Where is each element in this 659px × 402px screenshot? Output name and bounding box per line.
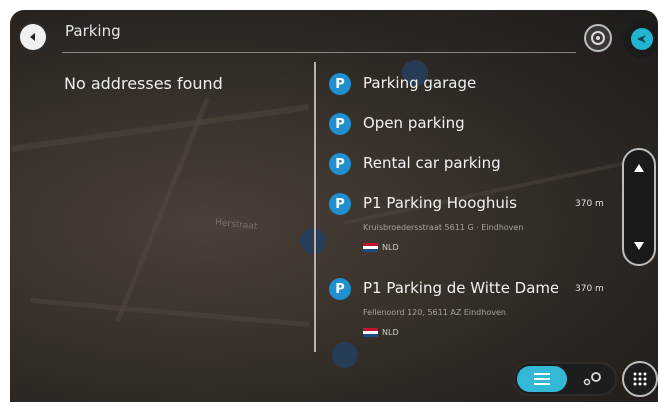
navigation-screen: Herstraat Parking No addresses found P P… [10, 10, 658, 402]
back-button[interactable] [20, 24, 46, 50]
poi-distance: 370 m [575, 284, 604, 294]
search-underline [62, 52, 576, 53]
netherlands-flag-icon [363, 243, 378, 252]
list-map-view-toggle [513, 362, 617, 396]
open-parking-icon: P [329, 113, 351, 135]
rental-car-parking-icon: P [329, 153, 351, 175]
triangle-down-icon [634, 242, 644, 250]
poi-distance: 370 m [575, 199, 604, 209]
search-bar: Parking [10, 10, 658, 62]
list-view-button[interactable] [517, 366, 567, 392]
map-road [11, 104, 309, 152]
category-item-rental-car-parking[interactable]: P Rental car parking [325, 150, 615, 178]
poi-title: P1 Parking de Witte Dame [363, 279, 558, 297]
no-addresses-message: No addresses found [64, 74, 223, 93]
keypad-icon [633, 372, 647, 386]
map-street-label: Herstraat [214, 217, 258, 233]
netherlands-flag-icon [363, 328, 378, 337]
map-pin[interactable] [300, 228, 326, 254]
current-location-button[interactable] [623, 20, 658, 58]
navigation-arrow-icon [631, 28, 653, 50]
poi-country: NLD [382, 243, 399, 252]
category-label: Rental car parking [363, 154, 501, 172]
map-pins-icon [583, 372, 601, 386]
panel-divider [314, 62, 316, 352]
list-icon [534, 373, 550, 385]
search-options-button[interactable] [584, 24, 612, 52]
poi-result-item[interactable]: P P1 Parking Hooghuis 370 m Kruisbroeder… [325, 190, 615, 268]
list-scroll-control [622, 148, 656, 266]
parking-garage-icon: P [329, 278, 351, 300]
scroll-down-button[interactable] [624, 236, 654, 256]
category-label: Parking garage [363, 74, 477, 92]
map-road [30, 297, 310, 328]
poi-address: Kruisbroedersstraat 5611 G · Eindhoven [363, 223, 524, 232]
poi-country: NLD [382, 328, 399, 337]
gear-icon [591, 31, 605, 45]
scroll-up-button[interactable] [624, 158, 654, 178]
parking-garage-icon: P [329, 193, 351, 215]
parking-garage-icon: P [329, 73, 351, 95]
triangle-up-icon [634, 164, 644, 172]
map-view-button[interactable] [571, 366, 613, 392]
poi-address: Fellenoord 120, 5611 AZ Eindhoven [363, 308, 506, 317]
poi-result-item[interactable]: P P1 Parking de Witte Dame 370 m Felleno… [325, 275, 615, 353]
category-item-open-parking[interactable]: P Open parking [325, 110, 615, 138]
search-input[interactable]: Parking [65, 22, 121, 40]
category-item-parking-garage[interactable]: P Parking garage [325, 70, 615, 98]
category-label: Open parking [363, 114, 465, 132]
poi-title: P1 Parking Hooghuis [363, 194, 517, 212]
keyboard-button[interactable] [622, 361, 658, 397]
chevron-left-icon [30, 33, 35, 41]
